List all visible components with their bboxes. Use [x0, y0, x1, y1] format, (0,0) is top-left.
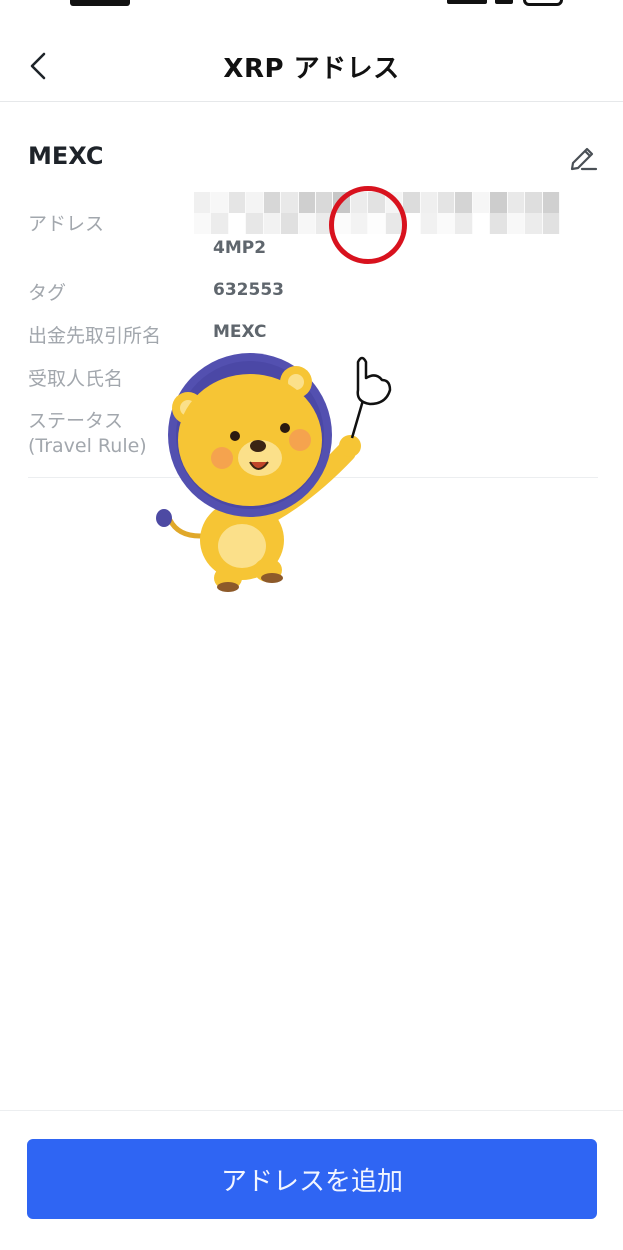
bottom-bar: アドレスを追加	[0, 1110, 623, 1250]
battery-icon	[523, 0, 563, 6]
wifi-icon	[495, 0, 513, 4]
lion-mascot-icon	[156, 353, 392, 592]
address-value: 4MP2	[213, 238, 267, 258]
status-time	[70, 0, 130, 6]
status-label: ステータス	[28, 410, 124, 432]
address-label: アドレス	[28, 213, 105, 235]
tag-label: タグ	[28, 282, 67, 304]
status-bar	[0, 0, 623, 10]
entry-name: MEXC	[28, 142, 104, 170]
page-title: XRP アドレス	[223, 54, 400, 84]
signal-icon	[447, 0, 487, 4]
tag-value: 632553	[213, 280, 284, 300]
highlight-circle	[329, 186, 407, 264]
exchange-label: 出金先取引所名	[28, 325, 162, 347]
exchange-value: MEXC	[213, 322, 267, 342]
address-detail-screen: XRP アドレス MEXC アドレス 4MP2 タグ 632553 出金先取引所…	[0, 0, 623, 1250]
pencil-icon	[570, 147, 598, 171]
header: XRP アドレス	[0, 30, 623, 102]
edit-button[interactable]	[566, 138, 602, 174]
add-address-button[interactable]: アドレスを追加	[27, 1139, 597, 1219]
travel-rule-label: (Travel Rule)	[28, 435, 147, 457]
recipient-label: 受取人氏名	[28, 368, 124, 390]
